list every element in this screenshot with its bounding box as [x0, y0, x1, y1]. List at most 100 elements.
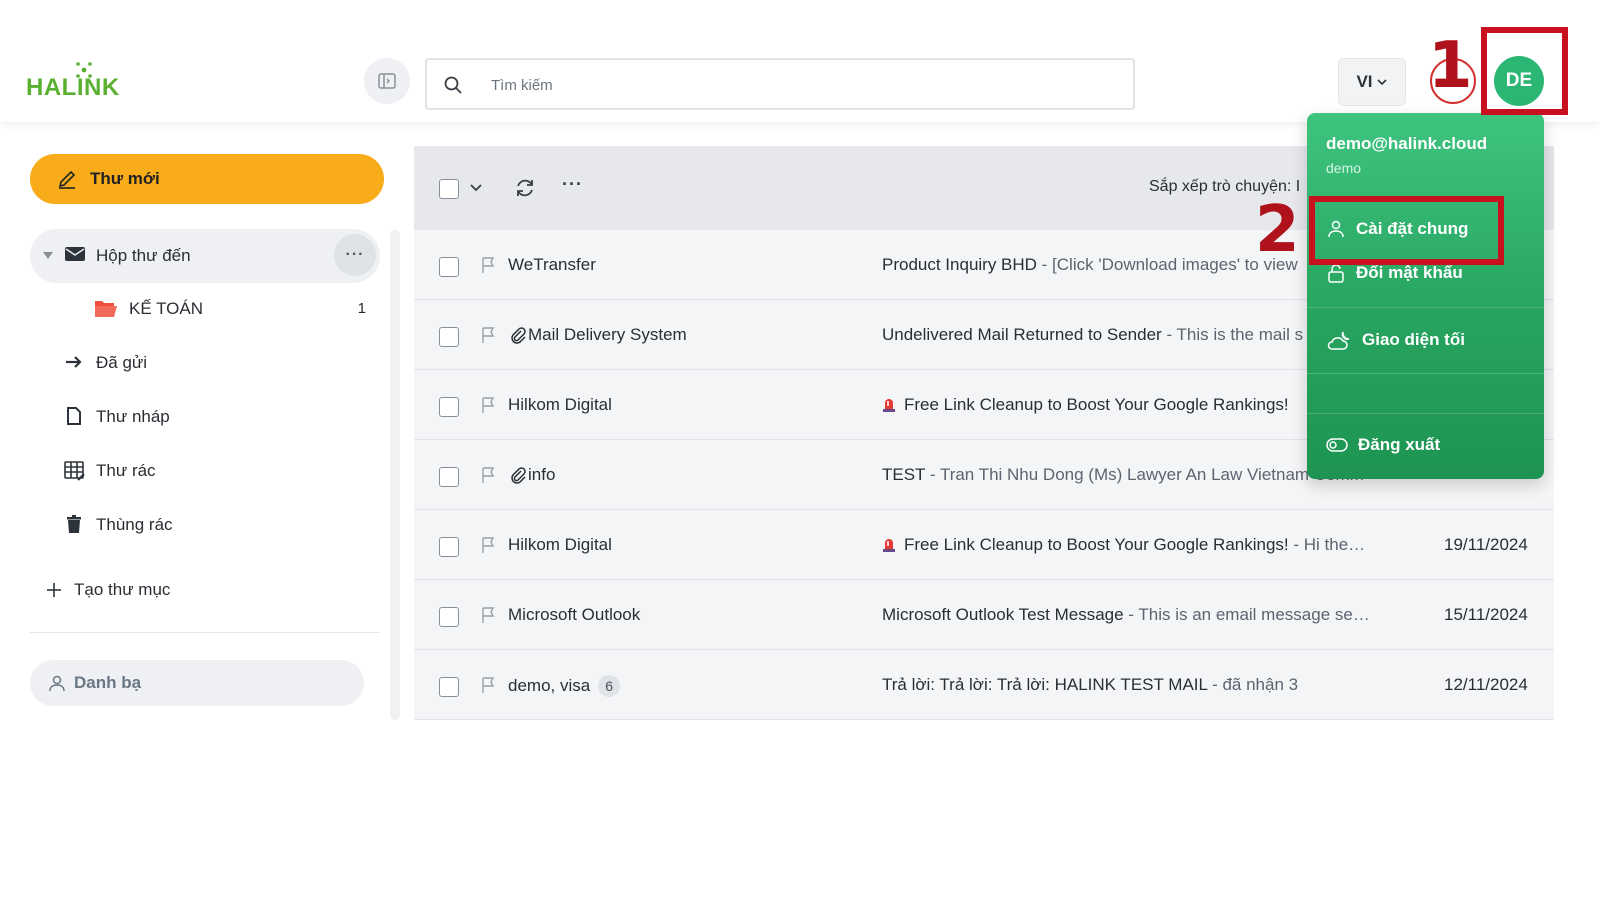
lock-icon — [1328, 264, 1344, 283]
annotation-box-step-2 — [1309, 196, 1504, 265]
email-row[interactable]: Hilkom Digital Free Link Cleanup to Boost… — [414, 510, 1554, 580]
change-password-label: Đổi mật khẩu — [1356, 263, 1463, 282]
drafts-label: Thư nháp — [96, 407, 170, 426]
user-menu-dropdown: demo@halink.cloud demo Cài đặt chung Đổi… — [1307, 113, 1544, 479]
subject-text: TEST — [882, 465, 926, 484]
flag-icon[interactable] — [480, 326, 498, 344]
menu-item-logout[interactable]: Đăng xuất — [1326, 435, 1440, 455]
sidebar-item-sent[interactable]: Đã gửi — [30, 343, 380, 383]
sender-name: Mail Delivery System — [528, 325, 687, 344]
sender-name: Hilkom Digital — [508, 535, 612, 554]
toggle-icon — [1326, 438, 1348, 452]
search-box — [425, 58, 1135, 110]
email-row[interactable]: demo, visa 6 Trả lời: Trả lời: Trả lời: HA… — [414, 650, 1554, 720]
menu-item-dark-mode[interactable]: Giao diện tối — [1326, 329, 1465, 351]
email-sender: Mail Delivery System — [508, 325, 687, 345]
menu-item-change-password[interactable]: Đổi mật khẩu — [1326, 263, 1463, 283]
email-sender: Microsoft Outlook — [508, 605, 640, 625]
chevron-down-icon[interactable] — [468, 180, 484, 196]
refresh-icon[interactable] — [514, 177, 536, 199]
sidebar-toggle-button[interactable] — [364, 58, 410, 104]
flag-icon[interactable] — [480, 676, 498, 694]
email-sender: demo, visa 6 — [508, 675, 620, 697]
select-all-checkbox[interactable] — [439, 179, 459, 199]
search-input[interactable] — [491, 70, 1111, 100]
folder-open-icon — [95, 301, 117, 317]
sidebar-item-inbox[interactable]: Hộp thư đến ··· — [30, 229, 380, 283]
folder-label: KẾ TOÁN — [129, 299, 204, 318]
email-subject: Microsoft Outlook Test Message - This is… — [882, 605, 1388, 625]
logout-label: Đăng xuất — [1358, 435, 1441, 454]
siren-emoji-icon — [883, 539, 895, 552]
sidebar-toggle-icon — [378, 73, 396, 89]
preview-text: - đã nhận 3 — [1207, 675, 1299, 694]
flag-icon[interactable] — [480, 466, 498, 484]
sidebar-folder-ke-toan[interactable]: KẾ TOÁN 1 — [30, 289, 380, 329]
inbox-label: Hộp thư đến — [96, 246, 191, 265]
thread-count-badge: 6 — [598, 675, 620, 697]
sidebar-item-drafts[interactable]: Thư nháp — [30, 397, 380, 437]
sidebar-item-spam[interactable]: Thư rác — [30, 451, 380, 491]
logo-text: HALINK — [26, 74, 120, 101]
compose-button[interactable]: Thư mới — [30, 154, 384, 204]
contacts-button[interactable]: Danh bạ — [30, 660, 364, 706]
preview-text: - Tran Thi Nhu Dong (Ms) Lawyer An Law V… — [925, 465, 1364, 484]
language-label: VI — [1356, 72, 1373, 91]
sidebar-scrollbar[interactable] — [390, 230, 400, 720]
create-folder-button[interactable]: Tạo thư mục — [46, 580, 170, 600]
inbox-more-button[interactable]: ··· — [334, 234, 376, 276]
spam-label: Thư rác — [96, 461, 156, 480]
subject-text: Undelivered Mail Returned to Sender — [882, 325, 1162, 344]
compose-label: Thư mới — [90, 169, 160, 188]
subject-text: Trả lời: Trả lời: Trả lời: HALINK TEST M… — [882, 675, 1208, 694]
language-selector[interactable]: VI — [1338, 58, 1406, 106]
email-sender: Hilkom Digital — [508, 535, 612, 555]
person-icon — [49, 675, 65, 692]
menu-separator — [1307, 307, 1544, 308]
plus-icon — [47, 583, 61, 597]
trash-label: Thùng rác — [96, 515, 173, 534]
sidebar-item-trash[interactable]: Thùng rác — [30, 505, 380, 545]
flag-icon[interactable] — [480, 606, 498, 624]
email-date: 12/11/2024 — [1444, 675, 1528, 694]
chevron-down-icon — [1376, 79, 1387, 86]
preview-text: - This is the mail s — [1161, 325, 1304, 344]
trash-icon — [67, 515, 81, 533]
sent-label: Đã gửi — [96, 353, 148, 372]
halink-logo[interactable]: HALINK — [26, 62, 126, 102]
contacts-label: Danh bạ — [74, 673, 142, 692]
annotation-number-1: 1 — [1428, 29, 1473, 103]
siren-emoji-icon — [883, 399, 895, 412]
user-email: demo@halink.cloud — [1326, 134, 1488, 153]
email-row[interactable]: Microsoft Outlook Microsoft Outlook Test … — [414, 580, 1554, 650]
annotation-number-2: 2 — [1255, 193, 1300, 267]
email-checkbox[interactable] — [439, 327, 459, 347]
search-icon[interactable] — [443, 75, 463, 95]
preview-text: - This is an email message se… — [1123, 605, 1370, 624]
caret-down-icon[interactable] — [42, 251, 54, 261]
more-actions-button[interactable]: ··· — [562, 174, 583, 195]
preview-text: - Hi the… — [1288, 535, 1366, 554]
folder-count: 1 — [357, 300, 366, 317]
flag-icon[interactable] — [480, 256, 498, 274]
flag-icon[interactable] — [480, 536, 498, 554]
flag-icon[interactable] — [480, 396, 498, 414]
menu-separator — [1307, 373, 1544, 374]
menu-separator — [1307, 413, 1544, 414]
sender-name: info — [528, 465, 556, 484]
subject-text: Microsoft Outlook Test Message — [882, 605, 1124, 624]
sidebar-divider — [30, 632, 380, 633]
email-checkbox[interactable] — [439, 677, 459, 697]
subject-text: Free Link Cleanup to Boost Your Google R… — [904, 535, 1289, 554]
dark-mode-label: Giao diện tối — [1362, 330, 1465, 349]
email-checkbox[interactable] — [439, 397, 459, 417]
paperclip-icon — [511, 327, 526, 344]
email-checkbox[interactable] — [439, 607, 459, 627]
email-checkbox[interactable] — [439, 467, 459, 487]
more-dots-icon: ··· — [345, 246, 365, 263]
email-checkbox[interactable] — [439, 537, 459, 557]
email-checkbox[interactable] — [439, 257, 459, 277]
sender-name: demo, visa — [508, 676, 591, 695]
top-header: HALINK VI DE — [0, 0, 1600, 122]
cloud-moon-icon — [1327, 331, 1350, 350]
